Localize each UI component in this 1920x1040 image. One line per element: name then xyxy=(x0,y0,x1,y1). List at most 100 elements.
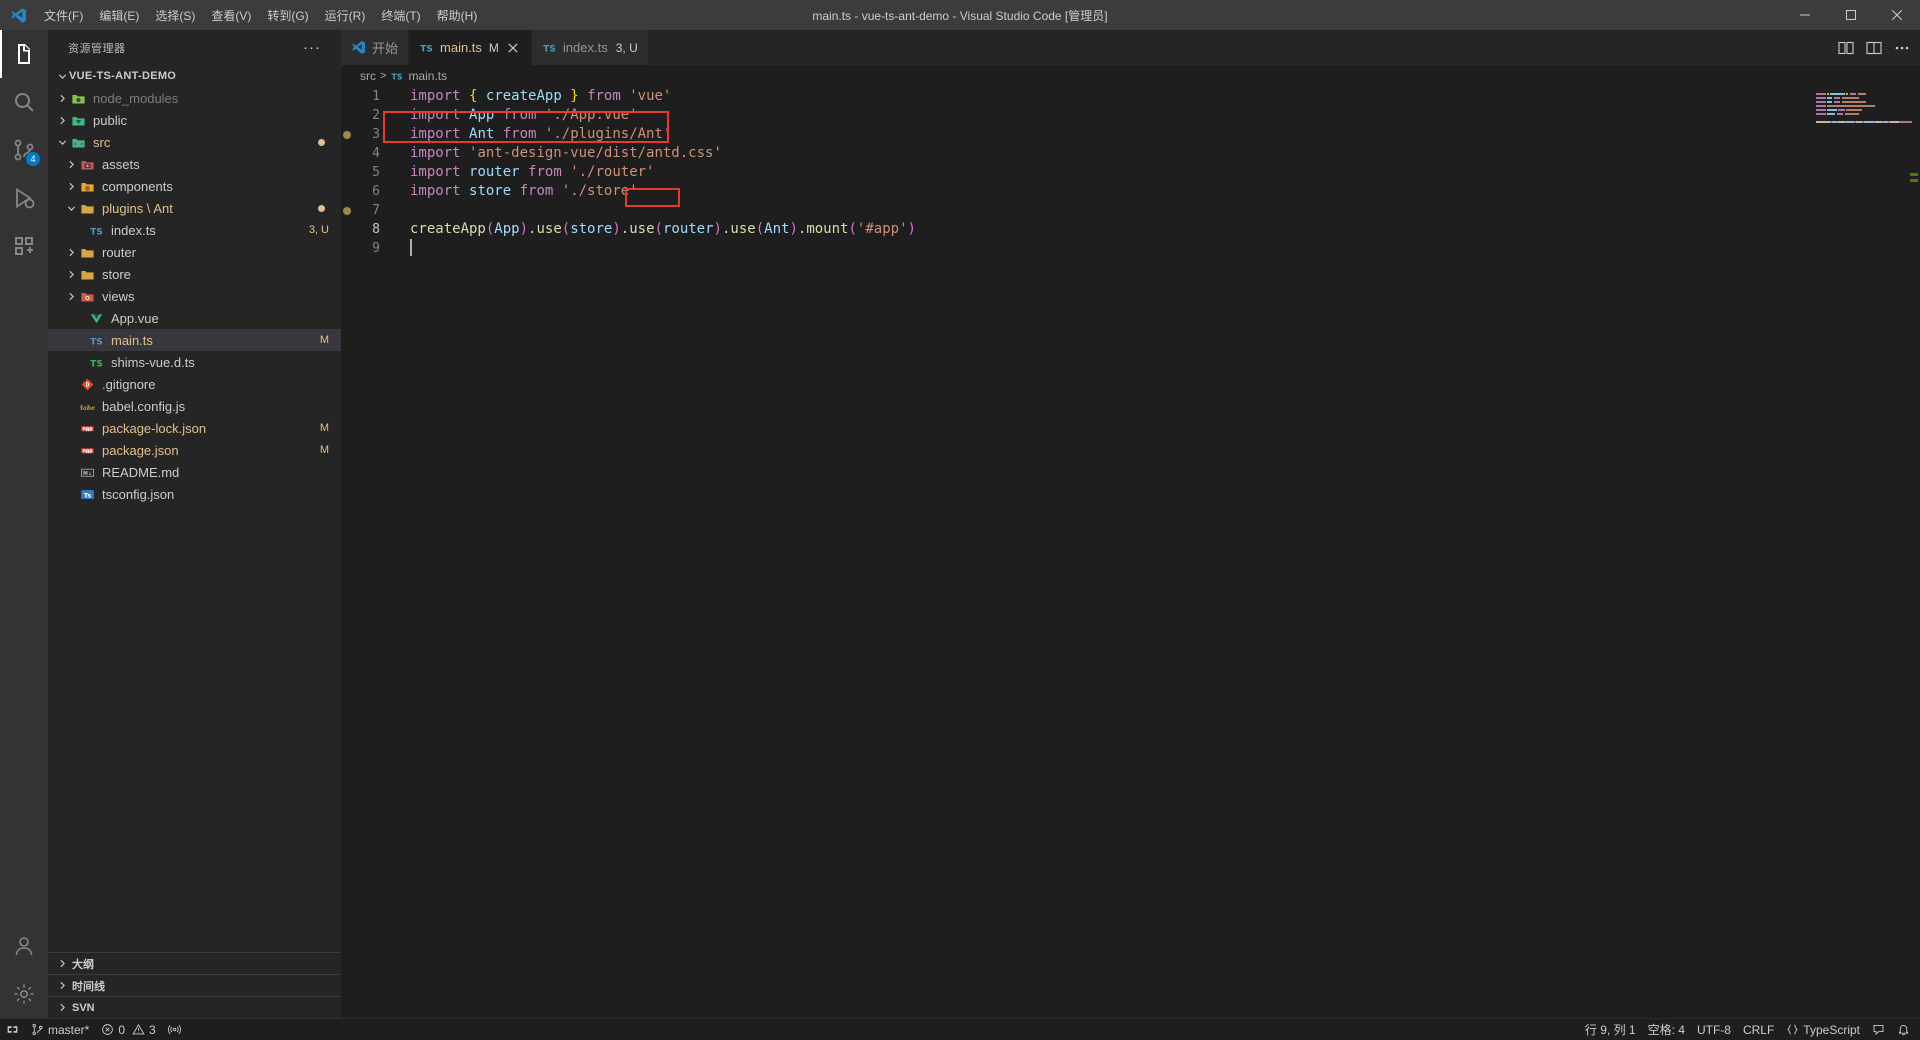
code-text[interactable]: import 'ant-design-vue/dist/antd.css' xyxy=(403,144,722,163)
tree-root-folder[interactable]: VUE-TS-ANT-DEMO xyxy=(48,65,341,87)
chevron-right-icon[interactable] xyxy=(65,160,78,169)
sidebar-section-outline[interactable]: 大纲 xyxy=(48,952,341,974)
minimap-token xyxy=(1891,121,1900,123)
tree-file-app.vue[interactable]: App.vue xyxy=(48,307,341,329)
more-actions-icon[interactable]: ··· xyxy=(303,39,321,56)
code-line-5[interactable]: 5 import router from './router' xyxy=(341,163,1810,182)
tree-folder-assets[interactable]: assets xyxy=(48,153,341,175)
code-line-1[interactable]: 1 import { createApp } from 'vue' xyxy=(341,87,1810,106)
open-changes-button[interactable] xyxy=(1838,40,1854,56)
tree-file-.gitignore[interactable]: .gitignore xyxy=(48,373,341,395)
chevron-down-icon[interactable] xyxy=(65,204,78,213)
tree-folder-components[interactable]: components xyxy=(48,175,341,197)
menu-edit[interactable]: 编辑(E) xyxy=(91,0,147,30)
tree-folder-src[interactable]: src xyxy=(48,131,341,153)
code-line-4[interactable]: 4 import 'ant-design-vue/dist/antd.css' xyxy=(341,144,1810,163)
tree-folder-node-modules[interactable]: node_modules xyxy=(48,87,341,109)
code-text[interactable] xyxy=(403,239,412,258)
minimize-button[interactable] xyxy=(1782,0,1828,30)
code-editor[interactable]: 1 import { createApp } from 'vue' 2 import … xyxy=(341,87,1920,1018)
breadcrumb[interactable]: src > TS main.ts xyxy=(341,65,1920,87)
tree-folder-views[interactable]: views xyxy=(48,285,341,307)
code-line-8[interactable]: 8 createApp(App).use(store).use(router).u… xyxy=(341,220,1810,239)
code-text[interactable]: import store from './store' xyxy=(403,182,638,201)
chevron-right-icon[interactable] xyxy=(56,94,69,103)
breadcrumb-folder[interactable]: src xyxy=(360,69,376,83)
tree-folder-router[interactable]: router xyxy=(48,241,341,263)
chevron-right-icon[interactable] xyxy=(65,182,78,191)
code-line-7[interactable]: 7 xyxy=(341,201,1810,220)
status-problems[interactable]: 0 3 xyxy=(95,1019,161,1040)
code-content[interactable]: 1 import { createApp } from 'vue' 2 import … xyxy=(341,87,1810,1018)
status-encoding[interactable]: UTF-8 xyxy=(1691,1019,1737,1040)
activity-account[interactable] xyxy=(0,922,48,970)
minimap[interactable] xyxy=(1810,87,1920,1018)
status-cursor-position[interactable]: 行 9, 列 1 xyxy=(1579,1019,1642,1040)
code-text[interactable]: createApp(App).use(store).use(router).us… xyxy=(403,220,916,239)
chevron-right-icon[interactable] xyxy=(65,292,78,301)
status-eol[interactable]: CRLF xyxy=(1737,1019,1780,1040)
status-language-mode[interactable]: TypeScript xyxy=(1780,1019,1866,1040)
menu-go[interactable]: 转到(G) xyxy=(259,0,316,30)
tree-file-tsconfig.json[interactable]: Ts tsconfig.json xyxy=(48,483,341,505)
tree-file-babel.config.js[interactable]: Babel babel.config.js xyxy=(48,395,341,417)
status-feedback[interactable] xyxy=(1866,1019,1891,1040)
tree-file-shims-vue.d.ts[interactable]: TS shims-vue.d.ts xyxy=(48,351,341,373)
code-line-2[interactable]: 2 import App from './App.vue' xyxy=(341,106,1810,125)
status-remote-host[interactable] xyxy=(0,1019,25,1040)
code-line-9[interactable]: 9 xyxy=(341,239,1810,258)
activity-search[interactable] xyxy=(0,78,48,126)
chevron-right-icon[interactable] xyxy=(65,248,78,257)
menu-terminal[interactable]: 终端(T) xyxy=(373,0,428,30)
editor-more-actions-button[interactable] xyxy=(1894,40,1910,56)
menu-help[interactable]: 帮助(H) xyxy=(429,0,486,30)
tree-file-main.ts[interactable]: TS main.ts M xyxy=(48,329,341,351)
activity-explorer[interactable] xyxy=(0,30,48,78)
tree-folder-public[interactable]: public xyxy=(48,109,341,131)
breakpoint-glyph[interactable] xyxy=(341,206,353,215)
chevron-down-icon[interactable] xyxy=(56,138,69,147)
code-text[interactable]: import router from './router' xyxy=(403,163,654,182)
code-text[interactable]: import { createApp } from 'vue' xyxy=(403,87,671,106)
status-live-share[interactable] xyxy=(162,1019,187,1040)
menu-file[interactable]: 文件(F) xyxy=(36,0,91,30)
split-editor-button[interactable] xyxy=(1866,40,1882,56)
status-git-branch[interactable]: master* xyxy=(25,1019,95,1040)
tree-file-package.json[interactable]: package.json M xyxy=(48,439,341,461)
maximize-button[interactable] xyxy=(1828,0,1874,30)
tab-index-ts[interactable]: TS index.ts 3, U xyxy=(531,30,649,65)
chevron-right-icon[interactable] xyxy=(65,270,78,279)
sidebar-section-timeline[interactable]: 时间线 xyxy=(48,974,341,996)
tree-file-readme.md[interactable]: M↓ README.md xyxy=(48,461,341,483)
tree-item-label: public xyxy=(93,112,127,128)
chevron-right-icon[interactable] xyxy=(56,116,69,125)
tab-main-ts[interactable]: TS main.ts M xyxy=(409,30,532,65)
code-line-6[interactable]: 6 import store from './store' xyxy=(341,182,1810,201)
sidebar-section-svn[interactable]: SVN xyxy=(48,996,341,1018)
tree-file-index.ts[interactable]: TS index.ts 3, U xyxy=(48,219,341,241)
tree-file-package-lock.json[interactable]: package-lock.json M xyxy=(48,417,341,439)
code-text[interactable]: import App from './App.vue' xyxy=(403,106,638,125)
file-tree[interactable]: VUE-TS-ANT-DEMO node_modulespublic src ass… xyxy=(48,65,341,952)
tree-folder-store[interactable]: store xyxy=(48,263,341,285)
activity-run-debug[interactable] xyxy=(0,174,48,222)
close-icon[interactable] xyxy=(505,40,521,56)
activity-source-control[interactable]: 4 xyxy=(0,126,48,174)
tab-welcome[interactable]: 开始 xyxy=(341,30,410,65)
activity-extensions[interactable] xyxy=(0,222,48,270)
close-button[interactable] xyxy=(1874,0,1920,30)
code-line-3[interactable]: 3 import Ant from './plugins/Ant' xyxy=(341,125,1810,144)
typescript-file-icon: TS xyxy=(390,68,405,84)
breadcrumb-file[interactable]: main.ts xyxy=(408,69,447,83)
menu-view[interactable]: 查看(V) xyxy=(203,0,259,30)
code-text[interactable]: import Ant from './plugins/Ant' xyxy=(403,125,671,144)
breakpoint-glyph[interactable] xyxy=(341,130,353,139)
menu-selection[interactable]: 选择(S) xyxy=(147,0,203,30)
tree-folder-plugins-ant[interactable]: plugins \ Ant xyxy=(48,197,341,219)
chevron-down-icon[interactable] xyxy=(56,72,69,81)
status-notifications[interactable] xyxy=(1891,1019,1916,1040)
tree-item-label: .gitignore xyxy=(102,376,156,392)
menu-run[interactable]: 运行(R) xyxy=(317,0,374,30)
status-indentation[interactable]: 空格: 4 xyxy=(1642,1019,1691,1040)
gear-icon[interactable] xyxy=(0,970,48,1018)
